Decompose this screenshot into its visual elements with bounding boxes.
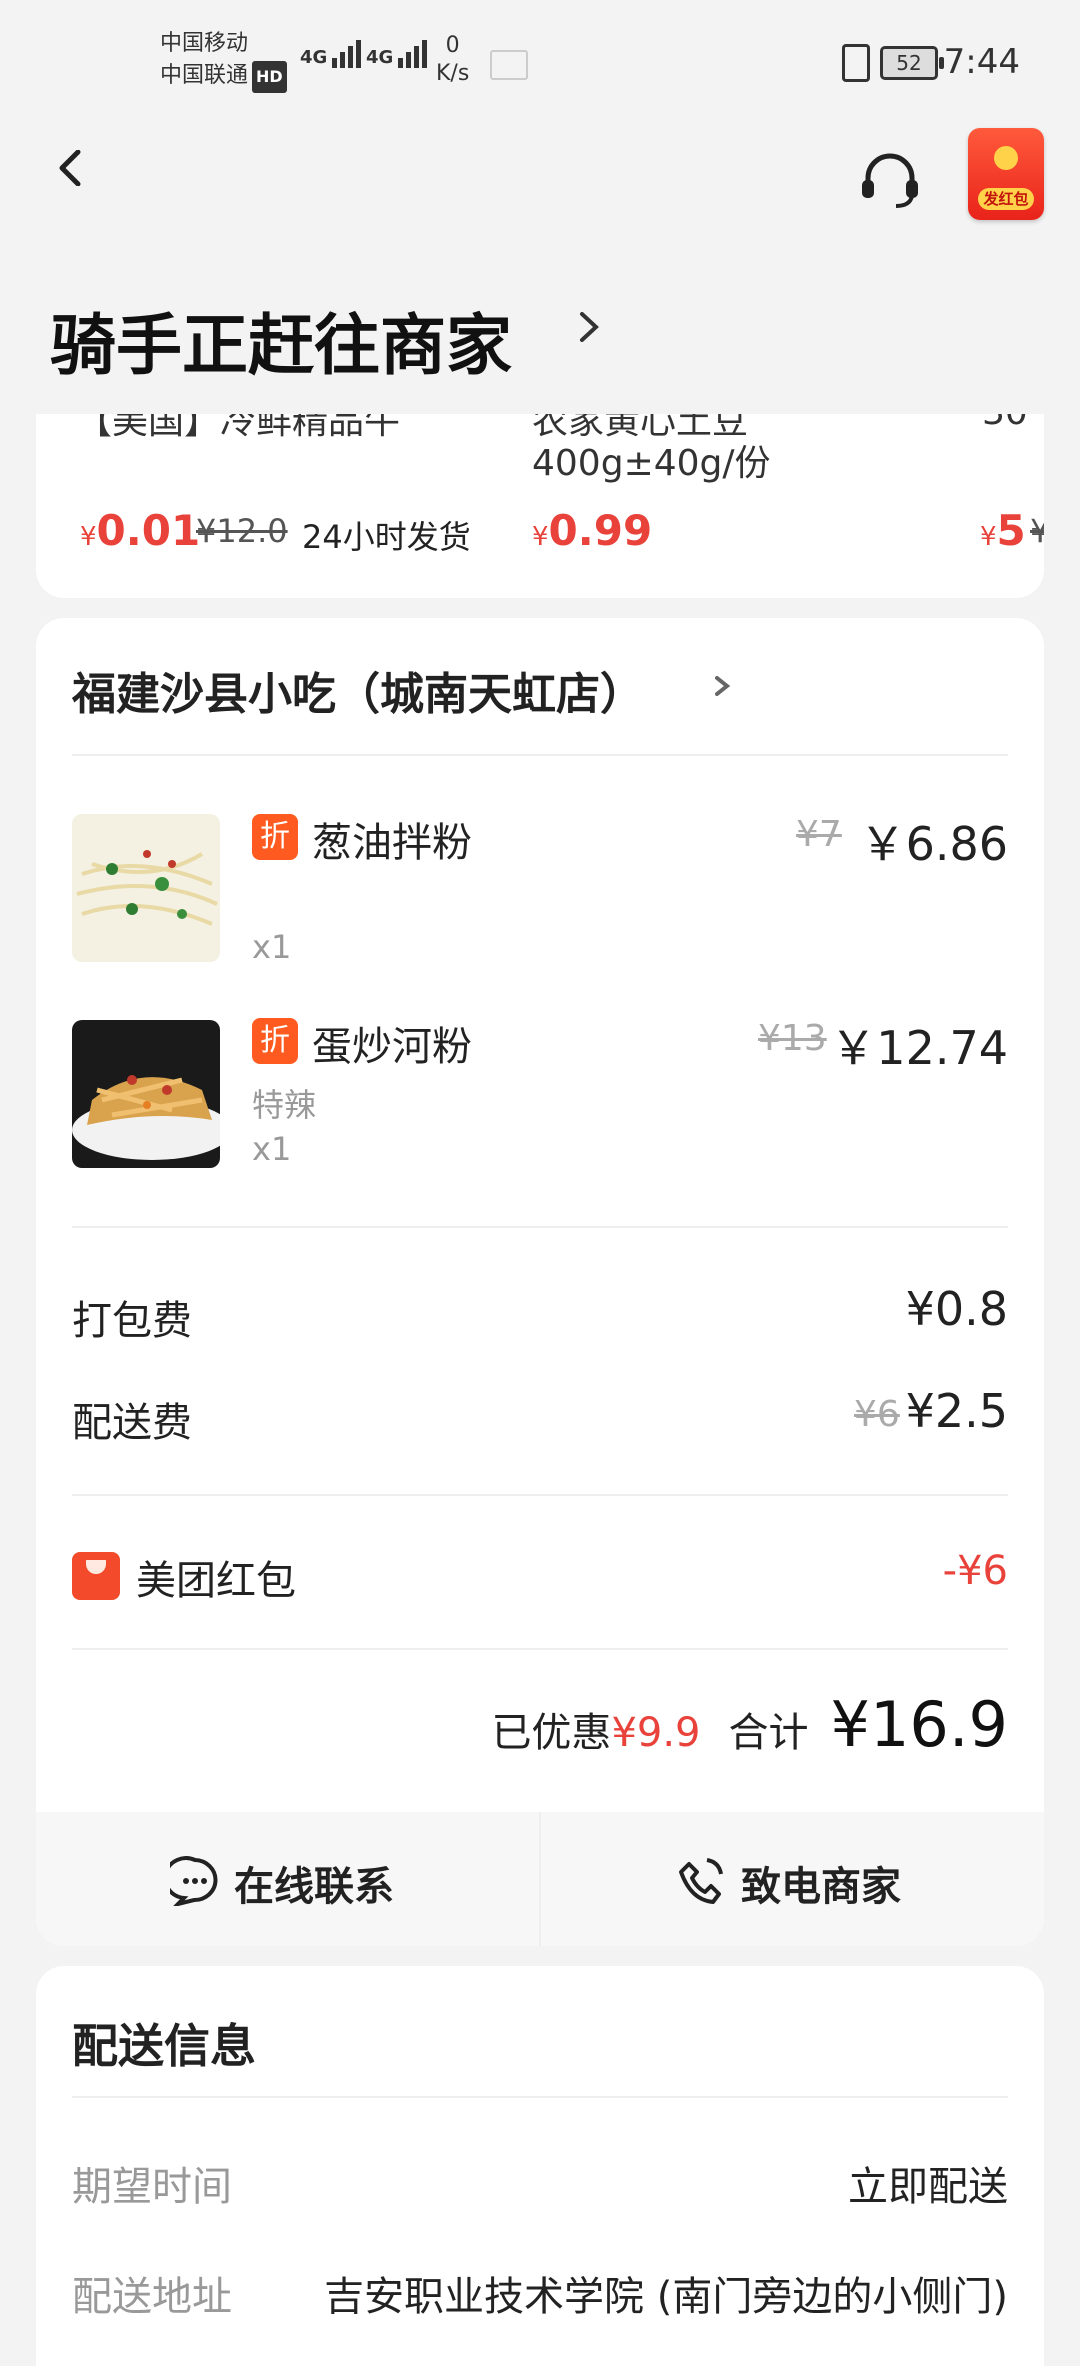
send-red-packet-button[interactable]: 发红包 (968, 128, 1044, 220)
battery-icon: 52 (880, 46, 944, 80)
nfc-icon (490, 50, 528, 80)
divider (72, 1494, 1008, 1496)
expected-time-label: 期望时间 (72, 2164, 232, 2210)
phone-icon (679, 1858, 723, 1904)
network-type-2: 4G (366, 47, 394, 68)
speed-unit: K/s (436, 61, 470, 86)
chevron-right-icon[interactable] (574, 312, 604, 342)
divider (72, 1648, 1008, 1650)
rec-item-shipping-note: 24小时发货 (302, 518, 471, 556)
rec-item-name: 【美国】冷鲜精品牛 (76, 414, 401, 442)
total-label: 合计 (728, 1710, 809, 1756)
packing-fee-label: 打包费 (72, 1298, 192, 1344)
hd-badge: HD (252, 61, 287, 93)
clock: 7:44 (943, 42, 1020, 82)
divider (72, 2096, 1008, 2098)
contact-online-button[interactable]: 在线联系 (36, 1812, 539, 1946)
expected-time-value: 立即配送 (848, 2164, 1008, 2210)
coin-icon (994, 146, 1018, 170)
network-type-1: 4G (300, 47, 328, 68)
red-packet-value: -¥6 (942, 1548, 1008, 1594)
chat-bubble-icon (170, 1856, 218, 1906)
carrier-2: 中国联通 (160, 63, 249, 88)
divider (72, 754, 1008, 756)
item-original-price: ¥13 (758, 1018, 827, 1059)
carrier-1: 中国移动 (160, 31, 249, 56)
item-name: 蛋炒河粉 (312, 1024, 472, 1070)
delivery-fee-label: 配送费 (72, 1400, 192, 1446)
discount-tag: 折 (252, 1018, 298, 1064)
packing-fee-value: ¥0.8 (905, 1282, 1008, 1336)
delivery-address-value: 吉安职业技术学院 (南门旁边的小侧门) (324, 2274, 1008, 2320)
item-price: ￥6.86 (859, 817, 1008, 871)
rec-item-name: 30 (982, 414, 1028, 433)
speed-value: 0 (445, 33, 460, 58)
discount-tag: 折 (252, 814, 298, 860)
item-price: ￥12.74 (830, 1021, 1008, 1075)
rec-item-original-price: ¥ (1030, 512, 1044, 550)
vibrate-icon (842, 44, 870, 82)
call-merchant-button[interactable]: 致电商家 (541, 1812, 1044, 1946)
call-merchant-label: 致电商家 (741, 1864, 901, 1910)
item-original-price: ¥7 (796, 814, 842, 855)
shop-name[interactable]: 福建沙县小吃（城南天虹店） (72, 658, 644, 722)
total-value: ¥16.9 (830, 1688, 1009, 1761)
delivery-info-card: 配送信息 期望时间 立即配送 配送地址 吉安职业技术学院 (南门旁边的小侧门) (36, 1966, 1044, 2366)
back-arrow-icon[interactable] (52, 150, 88, 186)
order-total-row: 已优惠¥9.9 合计 ¥16.9 (491, 1688, 1008, 1761)
item-quantity: x1 (252, 1130, 292, 1168)
saved-value: ¥9.9 (611, 1710, 701, 1756)
signal-2-icon: 4G (366, 40, 430, 76)
carrier-info: 中国移动 中国联通 HD (160, 28, 287, 93)
red-packet-icon (72, 1552, 120, 1600)
network-speed: 0 K/s (436, 32, 469, 88)
delivery-fee-value: ¥2.5 (905, 1384, 1008, 1438)
customer-service-headset-icon[interactable] (858, 148, 922, 212)
item-quantity: x1 (252, 928, 292, 966)
delivery-address-label: 配送地址 (72, 2274, 232, 2320)
red-packet-label: 美团红包 (136, 1558, 296, 1604)
rec-item-price[interactable]: ¥0.01 (80, 506, 200, 555)
status-bar: 中国移动 中国联通 HD 4G 4G 0 K/s 52 7:44 (0, 0, 1080, 120)
delivery-fee-original: ¥6 (854, 1394, 900, 1435)
food-thumbnail-image (72, 1020, 220, 1168)
red-packet-label: 发红包 (978, 188, 1034, 210)
item-spec: 特辣 (252, 1086, 317, 1124)
order-detail-card: 福建沙县小吃（城南天虹店） 折 葱油拌粉 x1 ¥7 ￥6.86 折 蛋炒河粉 … (36, 618, 1044, 1946)
recommend-products-strip[interactable]: 【美国】冷鲜精品牛 农家黄心土豆 30 400g±40g/份 ¥0.01 ¥12… (36, 414, 1044, 598)
contact-online-label: 在线联系 (234, 1864, 394, 1910)
delivery-info-title: 配送信息 (72, 2019, 256, 2073)
rec-item-subtitle: 400g±40g/份 (532, 443, 771, 484)
signal-1-icon: 4G (300, 40, 364, 76)
saved-label: 已优惠 (491, 1710, 612, 1756)
rec-item-original-price: ¥12.0 (196, 512, 288, 550)
rec-item-price[interactable]: ¥0.99 (532, 506, 652, 555)
rec-item-price[interactable]: ¥5 (980, 506, 1026, 555)
merchant-actions: 在线联系 致电商家 (36, 1812, 1044, 1946)
item-name: 葱油拌粉 (312, 820, 472, 866)
food-thumbnail-image (72, 814, 220, 962)
order-status-title[interactable]: 骑手正赶往商家 (50, 292, 512, 388)
divider (72, 1226, 1008, 1228)
chevron-right-icon[interactable] (712, 676, 732, 696)
